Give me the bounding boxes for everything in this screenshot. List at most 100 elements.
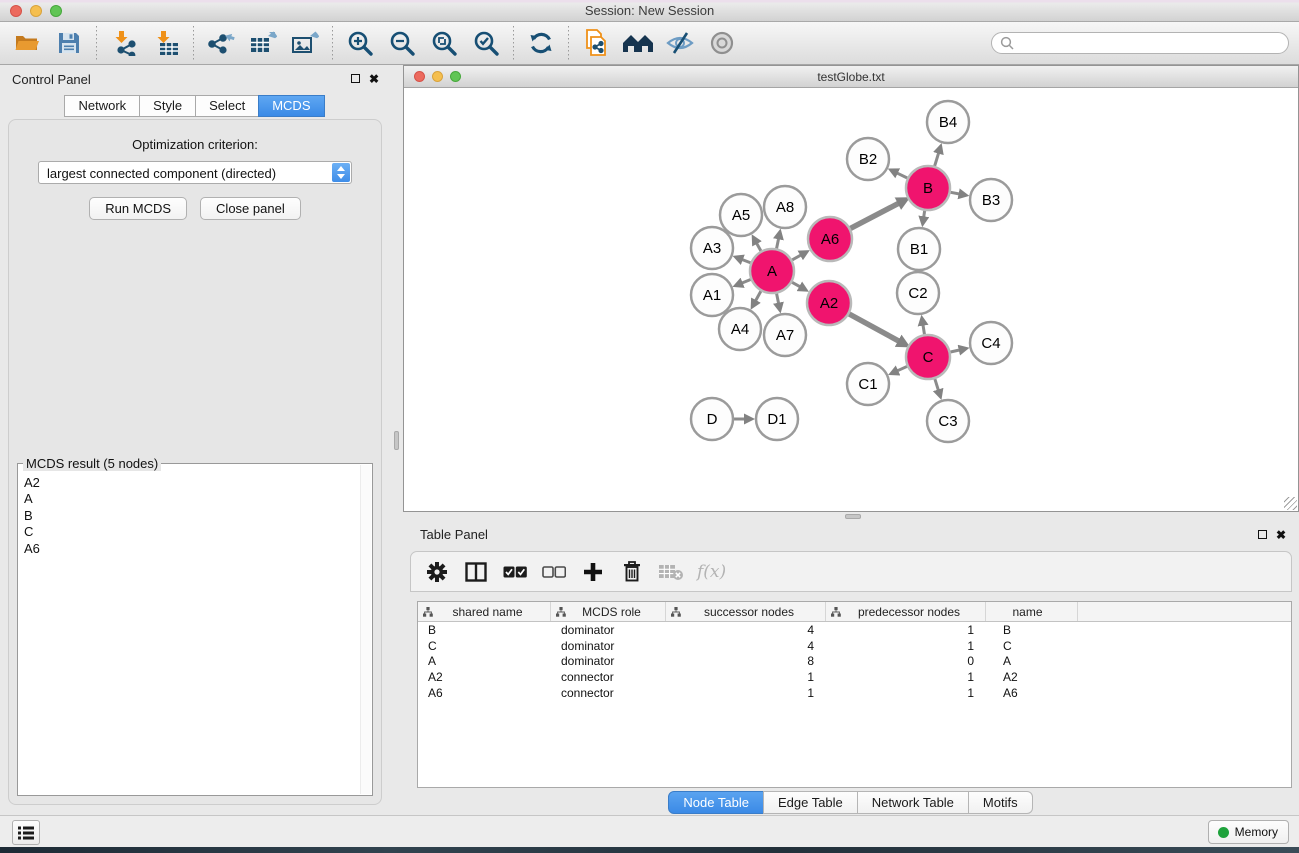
graph-node-A7[interactable]: A7 (764, 314, 806, 356)
network-window-titlebar[interactable]: testGlobe.txt (404, 66, 1298, 88)
column-header-predecessor-nodes[interactable]: predecessor nodes (826, 602, 986, 621)
graph-node-B2[interactable]: B2 (847, 138, 889, 180)
table-cell[interactable]: A (418, 654, 551, 668)
column-header-MCDS-role[interactable]: MCDS role (551, 602, 666, 621)
table-cell[interactable]: A6 (418, 686, 551, 700)
table-row[interactable]: Cdominator41C (418, 638, 1291, 654)
vertical-splitter-handle[interactable] (394, 431, 399, 450)
table-cell[interactable]: 1 (826, 686, 986, 700)
memory-button[interactable]: Memory (1208, 820, 1289, 844)
graph-node-C4[interactable]: C4 (970, 322, 1012, 364)
graph-node-D1[interactable]: D1 (756, 398, 798, 440)
graph-edge[interactable] (935, 151, 940, 166)
graph-edge[interactable] (923, 211, 924, 220)
close-panel-icon[interactable]: ✖ (367, 72, 381, 86)
graph-node-C[interactable]: C (906, 335, 950, 379)
zoom-out-button[interactable] (385, 26, 419, 60)
houses-button[interactable] (621, 26, 655, 60)
graph-node-B4[interactable]: B4 (927, 101, 969, 143)
show-annotations-button[interactable] (705, 26, 739, 60)
graph-node-A1[interactable]: A1 (691, 274, 733, 316)
table-cell[interactable]: 1 (666, 670, 826, 684)
close-table-panel-icon[interactable]: ✖ (1274, 528, 1288, 542)
tab-network-table[interactable]: Network Table (857, 791, 969, 814)
table-cell[interactable]: 8 (666, 654, 826, 668)
column-header-name[interactable]: name (986, 602, 1078, 621)
graph-node-A4[interactable]: A4 (719, 308, 761, 350)
zoom-fit-button[interactable] (427, 26, 461, 60)
table-cell[interactable]: 1 (666, 686, 826, 700)
delete-column-button[interactable] (619, 559, 645, 585)
float-panel-icon[interactable] (348, 72, 362, 86)
criterion-select[interactable]: largest connected component (directed) (38, 161, 352, 184)
graph-node-C2[interactable]: C2 (897, 272, 939, 314)
tab-edge-table[interactable]: Edge Table (763, 791, 858, 814)
graph-edge[interactable] (850, 202, 900, 228)
close-panel-button[interactable]: Close panel (200, 197, 301, 220)
graph-edge[interactable] (950, 350, 961, 353)
graph-node-C3[interactable]: C3 (927, 400, 969, 442)
tab-node-table[interactable]: Node Table (668, 791, 764, 814)
graph-edge[interactable] (754, 291, 760, 303)
graph-node-C1[interactable]: C1 (847, 363, 889, 405)
result-item[interactable]: A2 (24, 475, 372, 491)
graph-node-B[interactable]: B (906, 166, 950, 210)
table-row[interactable]: A2connector11A2 (418, 669, 1291, 685)
tab-network[interactable]: Network (64, 95, 140, 117)
graph-node-A[interactable]: A (750, 249, 794, 293)
export-table-button[interactable] (246, 26, 280, 60)
graph-edge[interactable] (792, 282, 802, 288)
table-settings-button[interactable] (424, 559, 450, 585)
run-mcds-button[interactable]: Run MCDS (89, 197, 187, 220)
table-cell[interactable]: B (986, 623, 1078, 637)
graph-edge[interactable] (756, 241, 761, 251)
save-session-button[interactable] (52, 26, 86, 60)
table-cell[interactable]: C (986, 639, 1078, 653)
zoom-selected-button[interactable] (469, 26, 503, 60)
tab-motifs[interactable]: Motifs (968, 791, 1033, 814)
graph-edge[interactable] (935, 379, 939, 392)
graph-node-A3[interactable]: A3 (691, 227, 733, 269)
table-row[interactable]: A6connector11A6 (418, 685, 1291, 701)
open-session-button[interactable] (10, 26, 44, 60)
result-item[interactable]: A (24, 491, 372, 507)
network-canvas[interactable]: B4B2BB3A5A8A6A3B1AC2A1A2A4A7C4CC1DD1C3 (404, 89, 1298, 511)
graph-node-B3[interactable]: B3 (970, 179, 1012, 221)
column-header-successor-nodes[interactable]: successor nodes (666, 602, 826, 621)
duplicate-network-button[interactable] (579, 26, 613, 60)
graph-node-A2[interactable]: A2 (807, 281, 851, 325)
table-cell[interactable]: A6 (986, 686, 1078, 700)
tab-mcds[interactable]: MCDS (258, 95, 324, 117)
table-row[interactable]: Bdominator41B (418, 622, 1291, 638)
table-cell[interactable]: connector (551, 686, 666, 700)
result-item[interactable]: A6 (24, 541, 372, 557)
graph-edge[interactable] (849, 314, 901, 342)
graph-edge[interactable] (740, 259, 751, 263)
function-builder-button[interactable]: f(x) (697, 562, 726, 582)
task-history-button[interactable] (12, 820, 40, 845)
table-cell[interactable]: A (986, 654, 1078, 668)
search-input[interactable] (1014, 36, 1280, 50)
graph-edge[interactable] (895, 172, 907, 178)
float-table-panel-icon[interactable] (1255, 528, 1269, 542)
import-network-button[interactable] (107, 26, 141, 60)
mcds-result-list[interactable]: A2ABCA6 (18, 464, 372, 795)
table-cell[interactable]: A2 (986, 670, 1078, 684)
graph-node-B1[interactable]: B1 (898, 228, 940, 270)
table-cell[interactable]: 4 (666, 639, 826, 653)
result-scrollbar[interactable] (360, 465, 371, 794)
tab-select[interactable]: Select (195, 95, 259, 117)
delete-table-button[interactable] (658, 559, 684, 585)
result-item[interactable]: C (24, 524, 372, 540)
table-row[interactable]: Adominator80A (418, 654, 1291, 670)
graph-edge[interactable] (895, 366, 907, 371)
result-item[interactable]: B (24, 508, 372, 524)
graph-node-A8[interactable]: A8 (764, 186, 806, 228)
table-cell[interactable]: 1 (826, 670, 986, 684)
export-image-button[interactable] (288, 26, 322, 60)
table-cell[interactable]: B (418, 623, 551, 637)
table-cell[interactable]: connector (551, 670, 666, 684)
refresh-button[interactable] (524, 26, 558, 60)
add-column-button[interactable] (580, 559, 606, 585)
graph-edge[interactable] (951, 192, 962, 194)
